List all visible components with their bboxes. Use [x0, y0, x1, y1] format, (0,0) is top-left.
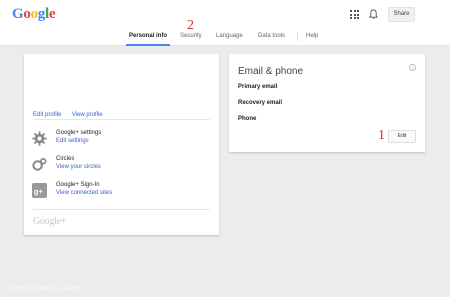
profile-card: Edit profile View profile Google+ settin… — [24, 54, 219, 235]
active-tab-indicator — [126, 44, 170, 46]
primary-email-label: Primary email — [238, 84, 278, 90]
email-phone-card: Email & phone i Primary email Recovery e… — [229, 54, 425, 152]
view-connected-sites-link[interactable]: View connected sites — [56, 190, 112, 196]
card-title: Email & phone — [238, 66, 304, 77]
view-profile-link[interactable]: View profile — [72, 112, 103, 118]
tab-personal-info[interactable]: Personal info — [129, 33, 167, 39]
google-plus-logo: Google+ — [33, 216, 66, 227]
google-logo[interactable]: Google — [12, 6, 56, 23]
circles-icon — [32, 158, 47, 171]
notifications-bell-icon[interactable] — [369, 9, 378, 20]
share-button[interactable]: Share — [388, 7, 415, 22]
tab-language[interactable]: Language — [216, 33, 243, 39]
edit-settings-link[interactable]: Edit settings — [56, 138, 89, 144]
gplus-icon: g+ — [32, 183, 47, 198]
tab-data-tools[interactable]: Data tools — [258, 33, 285, 39]
phone-label: Phone — [238, 116, 257, 122]
row-title: Google+ settings — [56, 130, 102, 136]
tab-divider — [297, 32, 298, 41]
svg-text:g+: g+ — [34, 187, 44, 196]
recovery-email-label: Recovery email — [238, 100, 283, 106]
divider — [33, 119, 210, 120]
divider — [33, 209, 210, 210]
edit-button[interactable]: Edit — [388, 130, 416, 143]
annotation-marker-1: 1 — [378, 128, 385, 143]
apps-grid-icon[interactable] — [350, 10, 359, 19]
tab-help[interactable]: Help — [306, 33, 318, 39]
gear-icon — [32, 131, 47, 146]
tab-security[interactable]: Security — [180, 33, 202, 39]
annotation-marker-2: 2 — [187, 18, 194, 33]
info-icon[interactable]: i — [409, 64, 416, 71]
row-title: Google+ Sign-In — [56, 182, 100, 188]
watermark-text: Copyright © Google Inc. All rights — [7, 286, 81, 292]
edit-profile-link[interactable]: Edit profile — [33, 112, 61, 118]
view-circles-link[interactable]: View your circles — [56, 164, 101, 170]
row-title: Circles — [56, 156, 75, 162]
account-tabs: Personal info Security Language Data too… — [0, 29, 450, 46]
